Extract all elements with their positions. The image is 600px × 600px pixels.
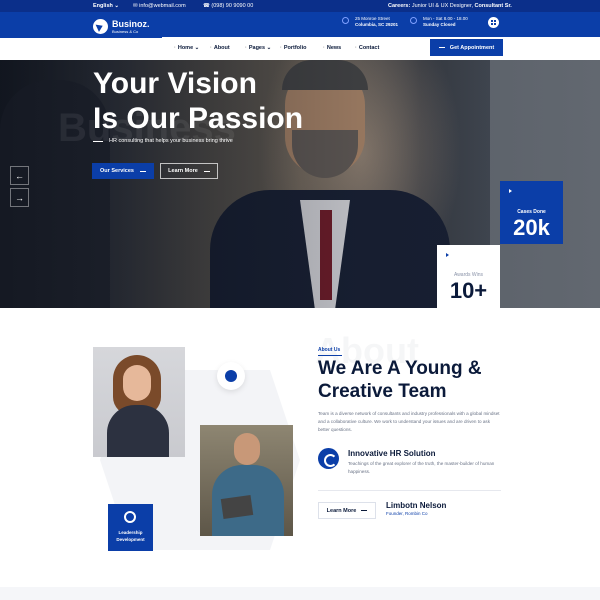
about-title-line2: Creative Team [318, 381, 447, 402]
feature-title: Innovative HR Solution [348, 449, 436, 458]
nav-item-about[interactable]: About [210, 45, 230, 51]
play-icon [509, 189, 512, 193]
address-line2: Columbia, SC 29201 [355, 22, 399, 27]
team-photo-man [200, 425, 293, 536]
phone-link[interactable]: ☎ (098) 90 9090 00 [203, 3, 253, 9]
logo-subtitle: Business & Co [112, 28, 139, 34]
logo-name: Businoz. [112, 18, 150, 29]
main-nav: Home ⌄ About Pages ⌄ Portfolio News Cont… [162, 37, 600, 60]
arrow-left-icon: ← [15, 170, 24, 181]
divider [318, 490, 501, 491]
nav-item-portfolio[interactable]: Portfolio [280, 45, 307, 51]
hero-learn-more-button[interactable]: Learn More [160, 163, 218, 179]
about-tag: About Us [318, 347, 342, 356]
chart-icon [124, 511, 136, 523]
founder-name: Limbotn Nelson [386, 501, 447, 510]
nav-item-news[interactable]: News [323, 45, 341, 51]
awards-card: Awards Wins 10+ [437, 245, 500, 308]
hours-line2: Sunday Closed [423, 22, 456, 27]
team-photo-woman [93, 347, 185, 457]
about-description: Team is a diverse network of consultants… [318, 411, 500, 432]
careers-info: Careers: Junior UI & UX Designer, Consul… [388, 3, 512, 9]
career-prefix: Careers: [388, 3, 411, 9]
our-services-button[interactable]: Our Services [92, 163, 154, 179]
next-section-band [0, 587, 600, 600]
get-appointment-button[interactable]: Get Appointment [430, 39, 503, 56]
hr-solution-icon [318, 448, 339, 469]
address-info: 25 Monroe Street Columbia, SC 29201 [355, 16, 398, 28]
cases-value: 20k [513, 215, 550, 240]
logo-icon [225, 370, 237, 382]
leadership-badge: Leadership Development [108, 504, 153, 551]
feature-description: Teachings of the great explorer of the t… [348, 461, 495, 474]
phone-text: (098) 90 9090 00 [211, 3, 254, 9]
nav-item-home[interactable]: Home ⌄ [174, 45, 199, 51]
address-line1: 25 Monroe Street [355, 16, 390, 21]
logo-icon [93, 19, 108, 34]
hero-title: Your Vision Is Our Passion [93, 66, 303, 136]
language-selector[interactable]: English ⌄ [93, 3, 119, 9]
about-learn-more-button[interactable]: Learn More [318, 502, 376, 519]
hours-info: Mon - Sat 8.00 - 18.00 Sunday Closed [423, 16, 468, 28]
career-bold: Consultant Sr. [474, 3, 512, 9]
founder-role: Founder, Rombin Co [386, 511, 428, 516]
cases-done-card: Cases Done 20k [500, 181, 563, 244]
grid-icon [491, 20, 493, 22]
play-icon [446, 253, 449, 257]
arrow-right-icon: → [15, 192, 24, 203]
hero-subtitle: HR consulting that helps your business b… [93, 138, 233, 144]
hours-line1: Mon - Sat 8.00 - 18.00 [423, 16, 468, 21]
email-link[interactable]: ✉ info@webmail.com [133, 3, 186, 9]
site-header [0, 12, 600, 38]
brand-badge [217, 362, 245, 390]
location-icon [342, 17, 349, 24]
site-logo[interactable]: Businoz. Business & Co [93, 19, 150, 34]
about-title-line1: We Are A Young & [318, 358, 482, 379]
grid-menu-button[interactable] [488, 17, 499, 28]
top-bar: English ⌄ ✉ info@webmail.com ☎ (098) 90 … [0, 0, 600, 12]
badge-line2: Development [116, 537, 145, 542]
prev-slide-button[interactable]: ← [10, 166, 29, 185]
about-title: We Are A Young & Creative Team [318, 357, 482, 403]
email-text: info@webmail.com [139, 3, 186, 9]
clock-icon [410, 17, 417, 24]
awards-value: 10+ [449, 278, 488, 303]
hero-title-line2: Is Our Passion [93, 102, 304, 135]
next-slide-button[interactable]: → [10, 188, 29, 207]
badge-line1: Leadership [118, 530, 143, 535]
nav-item-pages[interactable]: Pages ⌄ [245, 45, 271, 51]
hero-title-line1: Your Vision [93, 67, 257, 100]
career-text: Junior UI & UX Designer, [411, 3, 473, 9]
nav-item-contact[interactable]: Contact [355, 45, 379, 51]
